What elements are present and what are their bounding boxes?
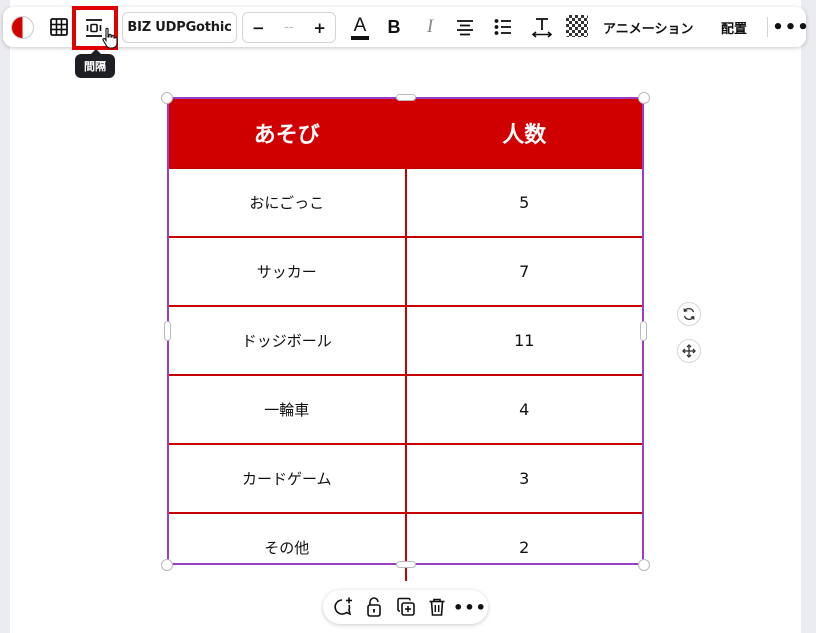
resize-handle-left[interactable]: [164, 321, 171, 341]
tooltip: 間隔: [75, 49, 115, 78]
toolbar-divider: [767, 17, 768, 37]
italic-button[interactable]: I: [419, 16, 441, 38]
resize-handle-right[interactable]: [640, 321, 647, 341]
resize-handle-top-right[interactable]: [638, 92, 650, 104]
resize-handle-top[interactable]: [396, 94, 416, 101]
lock-icon[interactable]: [363, 596, 385, 618]
text-color-icon: A: [353, 14, 367, 36]
bullet-list-icon[interactable]: [492, 16, 514, 38]
text-color-bar: [351, 35, 369, 40]
more-options-button[interactable]: •••: [772, 16, 809, 38]
element-action-bar: •••: [323, 590, 488, 624]
align-center-icon[interactable]: [454, 16, 476, 38]
animation-button[interactable]: アニメーション: [603, 16, 693, 38]
font-size-value[interactable]: --: [284, 20, 293, 35]
color-swatch-icon[interactable]: [11, 16, 34, 39]
more-actions-button[interactable]: •••: [453, 596, 486, 618]
rotate-button[interactable]: [677, 302, 701, 326]
context-toolbar: BIZ UDPGothic − -- + A B I アニメーション 配置 ••…: [3, 7, 809, 47]
transparency-icon[interactable]: [566, 15, 588, 37]
selection-frame: [167, 97, 644, 565]
hand-cursor-icon: [102, 27, 118, 49]
font-size-stepper: − -- +: [242, 12, 336, 43]
duplicate-icon[interactable]: [395, 596, 417, 618]
rotate-icon: [683, 307, 695, 321]
text-color-button[interactable]: A: [348, 15, 372, 41]
bold-button[interactable]: B: [383, 16, 405, 38]
position-button[interactable]: 配置: [721, 16, 747, 38]
comment-add-icon[interactable]: [332, 596, 354, 618]
table-grid-icon[interactable]: [47, 15, 71, 39]
resize-handle-bottom-right[interactable]: [638, 559, 650, 571]
font-size-increase-button[interactable]: +: [313, 19, 326, 37]
text-spacing-icon[interactable]: [530, 15, 554, 39]
font-size-decrease-button[interactable]: −: [252, 19, 265, 37]
resize-handle-bottom[interactable]: [396, 561, 416, 568]
resize-handle-top-left[interactable]: [161, 92, 173, 104]
trash-icon[interactable]: [426, 596, 448, 618]
move-button[interactable]: [677, 339, 701, 363]
move-icon: [682, 344, 696, 358]
resize-handle-bottom-left[interactable]: [161, 559, 173, 571]
font-family-button[interactable]: BIZ UDPGothic: [122, 12, 237, 43]
